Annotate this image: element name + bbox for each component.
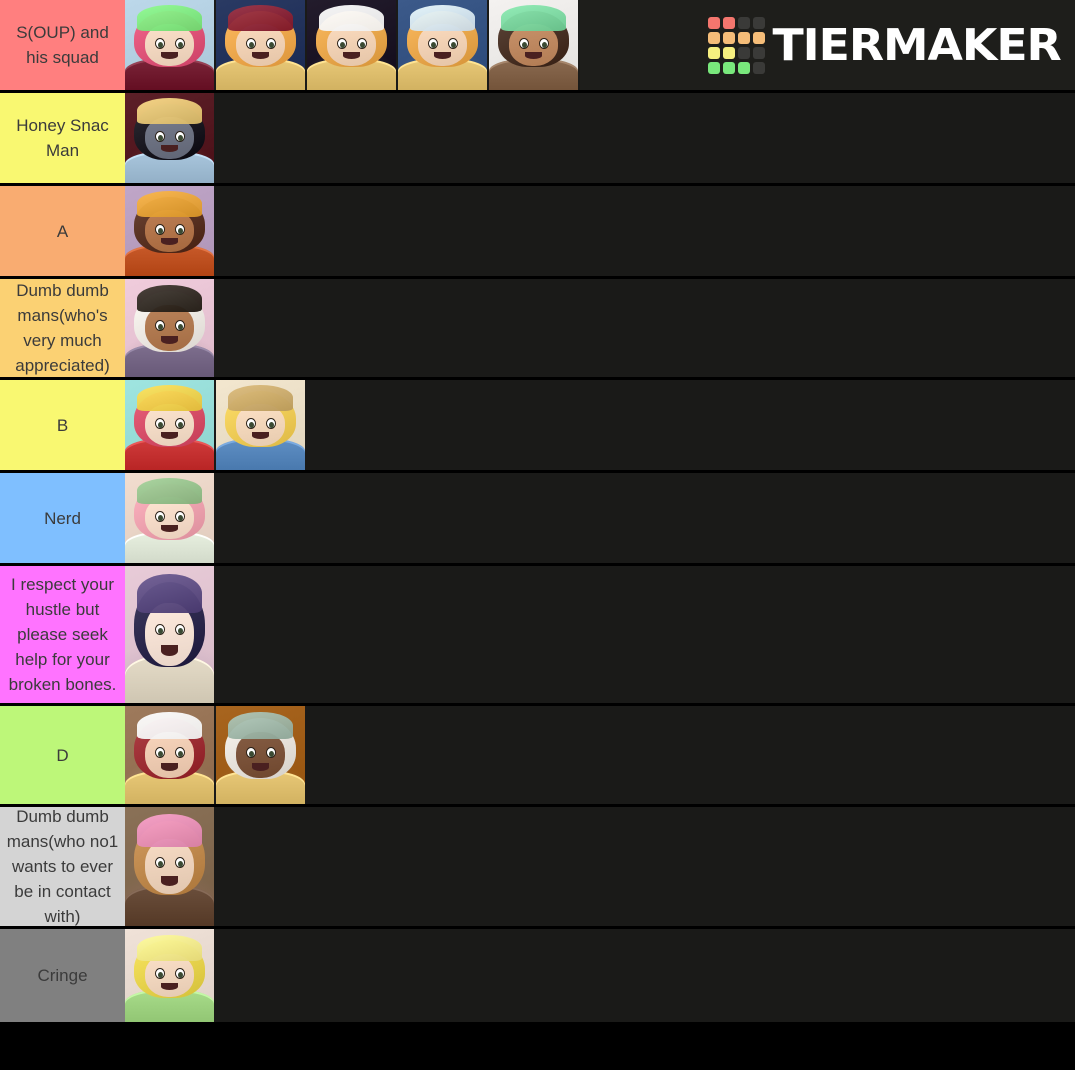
tier-item[interactable] <box>125 473 216 563</box>
character-portrait-art <box>125 186 214 276</box>
tier-item[interactable] <box>125 186 216 276</box>
tier-row: Cringe <box>0 929 1075 1022</box>
character-portrait-art <box>125 279 214 377</box>
logo-grid-cell <box>737 61 750 74</box>
tier-item[interactable] <box>216 0 307 90</box>
tier-row: I respect your hustle but please seek he… <box>0 566 1075 706</box>
tier-row: Honey Snac Man <box>0 93 1075 186</box>
tier-item[interactable] <box>398 0 489 90</box>
logo-grid-cell <box>722 61 735 74</box>
tiermaker-logo: TIERMAKER <box>707 0 1075 90</box>
tier-row: Dumb dumb mans(who no1 wants to ever be … <box>0 807 1075 929</box>
logo-wordmark: TIERMAKER <box>772 19 1061 71</box>
tier-item[interactable] <box>125 566 216 703</box>
tier-item[interactable] <box>216 380 307 470</box>
character-portrait-art <box>216 0 305 90</box>
tier-label[interactable]: Dumb dumb mans(who's very much appreciat… <box>0 279 125 377</box>
character-portrait-art <box>398 0 487 90</box>
tier-item[interactable] <box>216 706 307 804</box>
character-portrait-art <box>125 929 214 1022</box>
tier-row: A <box>0 186 1075 279</box>
tier-item[interactable] <box>125 279 216 377</box>
logo-grid-cell <box>752 46 765 59</box>
logo-grid-cell <box>737 31 750 44</box>
tier-item[interactable] <box>489 0 580 90</box>
tier-label[interactable]: Cringe <box>0 929 125 1022</box>
character-portrait-art <box>125 807 214 926</box>
logo-grid-cell <box>752 61 765 74</box>
tier-label[interactable]: Honey Snac Man <box>0 93 125 183</box>
logo-grid-cell <box>707 16 720 29</box>
tier-row: Nerd <box>0 473 1075 566</box>
logo-grid-cell <box>707 46 720 59</box>
character-portrait-art <box>125 566 214 703</box>
character-portrait-art <box>216 380 305 470</box>
tier-drop-area[interactable] <box>125 93 1075 183</box>
tier-label[interactable]: Nerd <box>0 473 125 563</box>
logo-grid-cell <box>722 46 735 59</box>
character-portrait-art <box>216 706 305 804</box>
logo-grid-icon <box>707 16 765 74</box>
tier-drop-area[interactable] <box>125 279 1075 377</box>
tier-label[interactable]: B <box>0 380 125 470</box>
character-portrait-art <box>125 473 214 563</box>
logo-grid-cell <box>752 16 765 29</box>
tier-drop-area[interactable] <box>125 566 1075 703</box>
logo-grid-cell <box>707 31 720 44</box>
character-portrait-art <box>307 0 396 90</box>
tier-item[interactable] <box>125 93 216 183</box>
tier-item[interactable] <box>125 929 216 1022</box>
tier-drop-area[interactable] <box>125 186 1075 276</box>
tier-drop-area[interactable]: TIERMAKER <box>125 0 1075 90</box>
tier-item[interactable] <box>307 0 398 90</box>
character-portrait-art <box>125 380 214 470</box>
logo-grid-cell <box>737 46 750 59</box>
tier-item[interactable] <box>125 0 216 90</box>
tier-drop-area[interactable] <box>125 706 1075 804</box>
tier-item[interactable] <box>125 380 216 470</box>
tier-list: S(OUP) and his squad TIERMAKER Honey Snac … <box>0 0 1075 1070</box>
logo-grid-cell <box>737 16 750 29</box>
logo-grid-cell <box>722 31 735 44</box>
tier-drop-area[interactable] <box>125 380 1075 470</box>
character-portrait-art <box>489 0 578 90</box>
tier-drop-area[interactable] <box>125 807 1075 926</box>
character-portrait-art <box>125 93 214 183</box>
tier-drop-area[interactable] <box>125 929 1075 1022</box>
character-portrait-art <box>125 0 214 90</box>
tier-label[interactable]: S(OUP) and his squad <box>0 0 125 90</box>
tier-drop-area[interactable] <box>125 473 1075 563</box>
tier-row: S(OUP) and his squad TIERMAKER <box>0 0 1075 93</box>
logo-grid-cell <box>707 61 720 74</box>
tier-row: D <box>0 706 1075 807</box>
tier-row: B <box>0 380 1075 473</box>
tier-item[interactable] <box>125 706 216 804</box>
character-portrait-art <box>125 706 214 804</box>
tier-label[interactable]: I respect your hustle but please seek he… <box>0 566 125 703</box>
tier-label[interactable]: A <box>0 186 125 276</box>
logo-grid-cell <box>752 31 765 44</box>
tier-label[interactable]: Dumb dumb mans(who no1 wants to ever be … <box>0 807 125 926</box>
tier-row: Dumb dumb mans(who's very much appreciat… <box>0 279 1075 380</box>
tier-item[interactable] <box>125 807 216 926</box>
logo-grid-cell <box>722 16 735 29</box>
tier-label[interactable]: D <box>0 706 125 804</box>
